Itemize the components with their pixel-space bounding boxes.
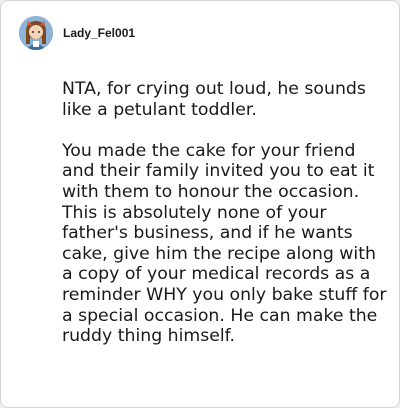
comment-paragraph-2: You made the cake for your friend and th… xyxy=(62,140,387,347)
user-avatar-icon[interactable] xyxy=(19,16,53,50)
comment-paragraph-1: NTA, for crying out loud, he sounds like… xyxy=(62,79,366,120)
username[interactable]: Lady_Fel001 xyxy=(63,26,135,40)
comment-card: Lady_Fel001 NTA, for crying out loud, he… xyxy=(0,0,400,408)
comment-header: Lady_Fel001 xyxy=(19,15,135,51)
comment-body: NTA, for crying out loud, he sounds like… xyxy=(62,79,392,347)
